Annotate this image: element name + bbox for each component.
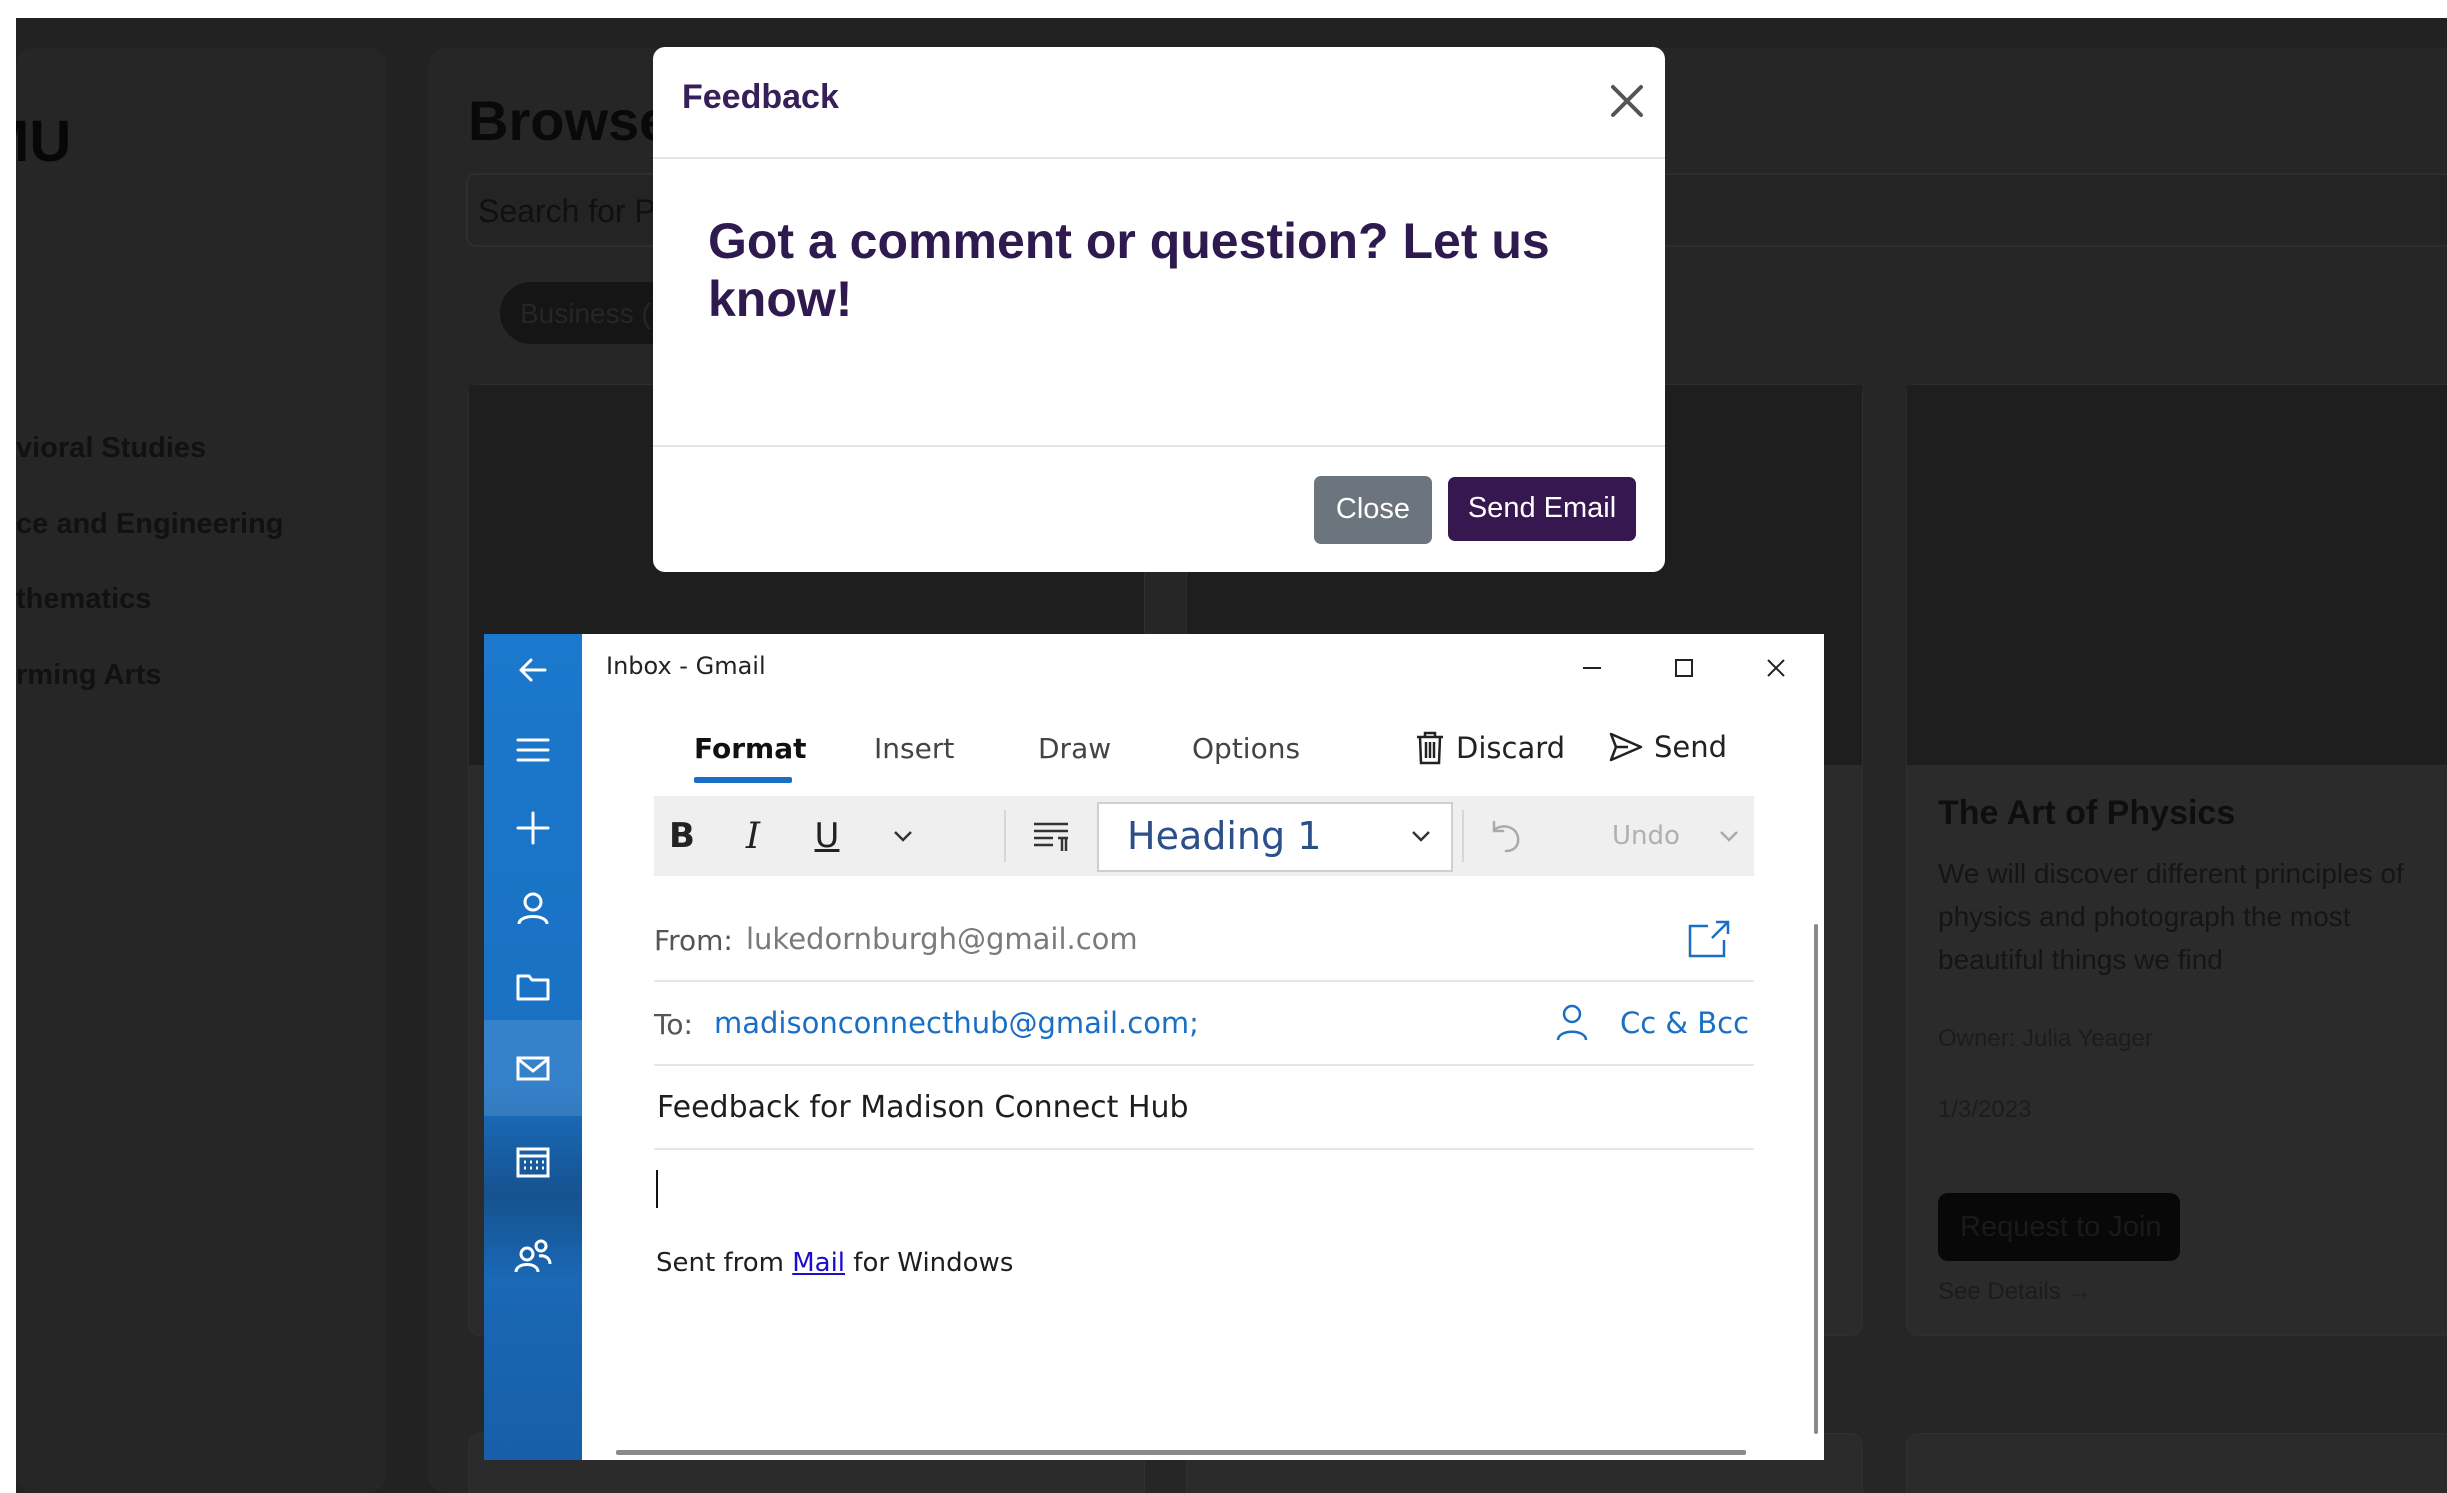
cc-bcc-link[interactable]: Cc & Bcc [1620, 1006, 1749, 1040]
close-button[interactable]: Close [1314, 476, 1432, 544]
request-to-join-label: Request to Join [1960, 1211, 2162, 1243]
tab-draw[interactable]: Draw [1038, 732, 1111, 765]
folder-icon[interactable] [484, 950, 582, 1022]
category-behavioral-studies[interactable]: vioral Studies [16, 432, 206, 465]
send-email-button[interactable]: Send Email [1448, 477, 1636, 541]
category-science-engineering[interactable]: ce and Engineering [16, 508, 284, 541]
send-label: Send [1654, 730, 1728, 764]
paragraph-format-icon[interactable] [1016, 796, 1086, 876]
see-details-link[interactable]: See Details → [1938, 1278, 2091, 1306]
brand-logo: MU [16, 109, 72, 174]
trash-icon [1417, 731, 1443, 765]
back-arrow-icon[interactable] [484, 634, 582, 706]
active-tab-indicator [694, 777, 792, 783]
category-mathematics[interactable]: thematics [16, 583, 151, 616]
search-placeholder: Search for P [478, 193, 656, 229]
card-description: We will discover different principles of… [1938, 858, 2404, 975]
send-button[interactable]: Send [1608, 730, 1727, 764]
undo-dropdown-chevron-icon[interactable] [1704, 796, 1754, 876]
category-performing-arts[interactable]: rming Arts [16, 659, 162, 692]
signature-prefix: Sent from [656, 1248, 784, 1278]
signature-suffix: for Windows [853, 1248, 1014, 1278]
tab-format[interactable]: Format [694, 732, 807, 765]
signature: Sent from Mail for Windows [656, 1248, 1013, 1278]
chevron-down-icon [1412, 831, 1430, 842]
modal-header: Feedback [653, 47, 1665, 159]
request-to-join-button[interactable]: Request to Join [1938, 1193, 2180, 1261]
minimize-icon[interactable] [1572, 648, 1612, 688]
left-sidebar: MU vioral Studies ce and Engineering the… [16, 48, 386, 1493]
style-dropdown-value: Heading 1 [1127, 814, 1322, 858]
to-row: To: madisonconnecthub@gmail.com; Cc & Bc… [654, 982, 1754, 1066]
format-toolbar: B I U Heading 1 Undo [654, 796, 1754, 876]
popout-window-icon[interactable] [1686, 918, 1732, 960]
calendar-icon[interactable] [484, 1114, 582, 1210]
horizontal-scrollbar[interactable] [616, 1450, 1746, 1455]
modal-title: Feedback [682, 78, 839, 116]
account-person-icon[interactable] [484, 872, 582, 944]
page-title: Browse [468, 89, 671, 152]
discard-label: Discard [1456, 731, 1566, 765]
tab-insert[interactable]: Insert [874, 732, 954, 765]
toolbar-divider [1004, 810, 1006, 862]
filter-chip-label: Business ( [520, 298, 651, 329]
mail-nav-rail [484, 634, 582, 1460]
font-options-chevron-icon[interactable] [876, 796, 930, 876]
from-address[interactable]: lukedornburgh@gmail.com [746, 922, 1138, 956]
discard-button[interactable]: Discard [1414, 730, 1565, 766]
card-image [1907, 385, 2447, 765]
subject-field[interactable]: Feedback for Madison Connect Hub [657, 1090, 1189, 1125]
new-mail-plus-icon[interactable] [484, 792, 582, 864]
vertical-scrollbar[interactable] [1814, 924, 1818, 1434]
send-arrow-icon [1609, 732, 1643, 762]
contact-person-icon[interactable] [1554, 1002, 1590, 1042]
toolbar-divider [1462, 810, 1464, 862]
italic-button[interactable]: I [710, 796, 796, 876]
style-dropdown[interactable]: Heading 1 [1097, 802, 1453, 872]
tab-options[interactable]: Options [1192, 732, 1300, 765]
mail-compose-window: Inbox - Gmail Format Insert Draw Options… [484, 634, 1824, 1460]
card-owner: Owner: Julia Yeager [1938, 1025, 2153, 1052]
window-close-icon[interactable] [1756, 648, 1796, 688]
to-label: To: [654, 1008, 693, 1041]
club-card-6 [1906, 1433, 2447, 1493]
feedback-modal: Feedback Got a comment or question? Let … [653, 47, 1665, 572]
close-icon[interactable] [1603, 77, 1651, 125]
subject-row[interactable]: Feedback for Madison Connect Hub [654, 1066, 1754, 1150]
hamburger-menu-icon[interactable] [484, 714, 582, 786]
undo-label: Undo [1612, 821, 1680, 851]
people-icon[interactable] [484, 1208, 582, 1304]
undo-icon[interactable] [1476, 796, 1532, 876]
from-row: From: lukedornburgh@gmail.com [654, 898, 1754, 982]
mail-envelope-icon[interactable] [484, 1020, 582, 1116]
send-email-label: Send Email [1467, 492, 1617, 524]
underline-button[interactable]: U [796, 796, 858, 876]
bold-button[interactable]: B [654, 796, 710, 876]
maximize-icon[interactable] [1664, 648, 1704, 688]
close-button-label: Close [1335, 493, 1411, 525]
text-cursor [656, 1170, 658, 1208]
card-title: The Art of Physics [1938, 794, 2236, 832]
to-recipient[interactable]: madisonconnecthub@gmail.com; [714, 1006, 1199, 1040]
modal-message: Got a comment or question? Let us know! [708, 213, 1550, 327]
from-label: From: [654, 924, 733, 957]
card-date: 1/3/2023 [1938, 1096, 2032, 1123]
mail-link[interactable]: Mail [792, 1248, 845, 1278]
window-title: Inbox - Gmail [606, 652, 766, 680]
